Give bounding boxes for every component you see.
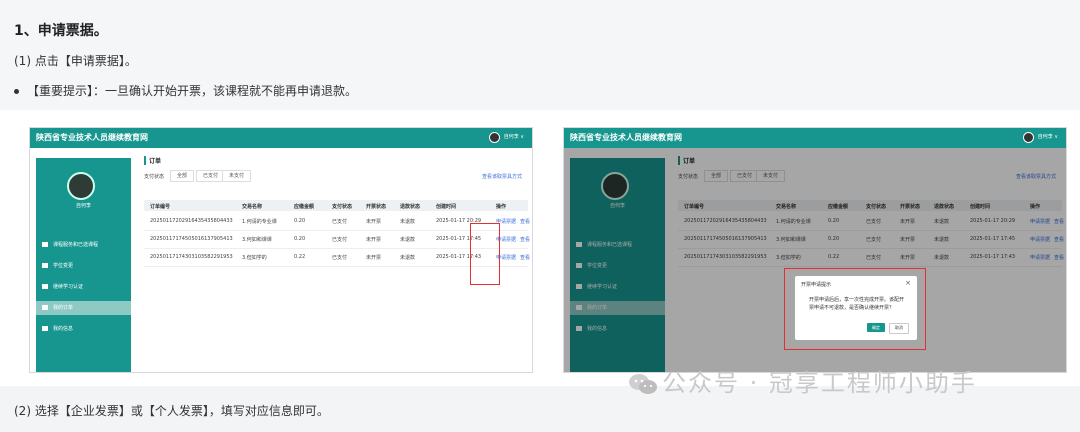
column-header: 支付状态 [332,204,353,210]
filter-tab[interactable]: 未支付 [222,170,252,182]
user-menu[interactable]: 自何李 ∨ [1038,133,1058,140]
view-link[interactable]: 查看 [520,218,530,225]
table-cell: 未退款 [400,255,416,261]
watermark-text: 公众号 · 冠享工程师小助手 [662,369,977,397]
table-cell: 0.22 [294,254,306,260]
table-cell: 20250117174303103582291953 [150,254,233,260]
user-avatar[interactable] [1023,132,1034,143]
watermark: 公众号 · 冠享工程师小助手 [628,363,977,398]
menu-icon [42,305,48,310]
site-header: 陕西省专业技术人员继续教育网 自何李 ∨ [30,128,532,148]
page-title: 订单 [144,156,161,165]
user-name: 自何李 [75,203,91,209]
screenshot-row: 陕西省专业技术人员继续教育网 自何李 ∨ 自何李课程服务和已选课程 学位变更继续学习认… [0,110,1080,386]
menu-icon [42,326,48,331]
bullet-icon [14,89,19,94]
sidebar-item-label: 学位变更 [53,263,74,269]
table-cell: 0.20 [294,236,306,242]
table-cell: 未开票 [366,237,382,243]
sidebar-item[interactable]: 课程服务和已选课程 [36,238,131,252]
sidebar-item[interactable]: 我的信息 [36,322,131,336]
sidebar-item[interactable]: 学位变更 [36,259,131,273]
cancel-button[interactable]: 取消 [889,323,909,334]
step-heading: 1、申请票据。 [14,23,108,39]
site-title: 陕西省专业技术人员继续教育网 [36,133,148,142]
important-tip: 【重要提示】：一旦确认开始开票，该课程就不能再申请退款。 [14,82,357,99]
sidebar-item[interactable]: 继续学习认证 [36,280,131,294]
close-icon[interactable]: × [905,279,911,287]
site-title: 陕西省专业技术人员继续教育网 [570,133,682,142]
menu-icon [42,242,48,247]
table-cell: 未退款 [400,219,416,225]
site-header: 陕西省专业技术人员继续教育网 自何李 ∨ [564,128,1066,148]
table-cell: 已支付 [332,219,348,225]
menu-icon [42,284,48,289]
table-cell: 3.何如和课课 [242,237,272,243]
table-cell: 未开票 [366,255,382,261]
avatar [67,172,95,200]
column-header: 交易名称 [242,204,263,210]
invoice-confirm-dialog: 开票申请提示 × 开票申请后后，享一次性完成开票。该配开票申请不可退款，是否确认继续… [795,276,917,340]
table-cell: 20250117174505016137905413 [150,236,233,242]
column-header: 创建时间 [436,204,457,210]
table-cell: 20250117202916435435804433 [150,218,233,224]
user-avatar[interactable] [489,132,500,143]
sidebar-item[interactable]: 我的订单 [36,301,131,315]
sidebar-item-label: 我的信息 [53,326,74,332]
column-header: 应缴金额 [294,204,315,210]
sidebar-item-label: 我的订单 [53,305,74,311]
instruction-2: (2) 选择【企业发票】或【个人发票】，填写对应信息即可。 [14,404,329,418]
sidebar-item-label: 课程服务和已选课程 [53,242,99,248]
instruction-1: (1) 点击【申请票据】。 [14,54,137,68]
table-cell: 未退款 [400,237,416,243]
confirm-button[interactable]: 确定 [867,323,885,332]
column-header: 退款状态 [400,204,421,210]
wechat-icon [629,374,657,394]
table-cell: 已支付 [332,255,348,261]
table-cell: 已支付 [332,237,348,243]
dialog-title: 开票申请提示 [801,282,832,288]
filter-label: 支付状态 [144,174,165,180]
sidebar-item-label: 继续学习认证 [53,284,84,290]
filter-tab[interactable]: 已支付 [196,170,226,182]
table-cell: 0.20 [294,218,306,224]
column-header: 开票状态 [366,204,387,210]
invoice-method-link[interactable]: 查看该取票具方式 [482,173,522,180]
table-header: 订单编号 交易名称 应缴金额 支付状态 开票状态 退款状态 创建时间 操作 [144,200,528,211]
screenshot-orders: 陕西省专业技术人员继续教育网 自何李 ∨ 自何李课程服务和已选课程 学位变更继续学习认… [29,127,533,373]
menu-icon [42,263,48,268]
screenshot-dialog: 陕西省专业技术人员继续教育网 自何李 ∨ 自何李 课程服务和已选课程 学位变更 继续学习认… [563,127,1067,373]
table-cell: 1.何请的专业课 [242,219,277,225]
dialog-message: 开票申请后后，享一次性完成开票。该配开票申请不可退款，是否确认继续开票？ [809,297,905,311]
user-menu[interactable]: 自何李 ∨ [504,133,524,140]
view-link[interactable]: 查看 [520,236,530,243]
column-header: 订单编号 [150,204,171,210]
column-header: 操作 [496,204,507,210]
tip-text: 【重要提示】：一旦确认开始开票，该课程就不能再申请退款。 [27,84,358,98]
step-card: 1、申请票据。 (1) 点击【申请票据】。 【重要提示】：一旦确认开始开票，该课… [0,0,1080,110]
filter-tab[interactable]: 全部 [170,170,195,182]
table-cell: 3.但如学的 [242,255,267,261]
table-cell: 未开票 [366,219,382,225]
highlight-box [470,223,500,285]
view-link[interactable]: 查看 [520,254,530,261]
sidebar: 自何李课程服务和已选课程 学位变更继续学习认证 我的订单我的信息 [36,158,131,372]
